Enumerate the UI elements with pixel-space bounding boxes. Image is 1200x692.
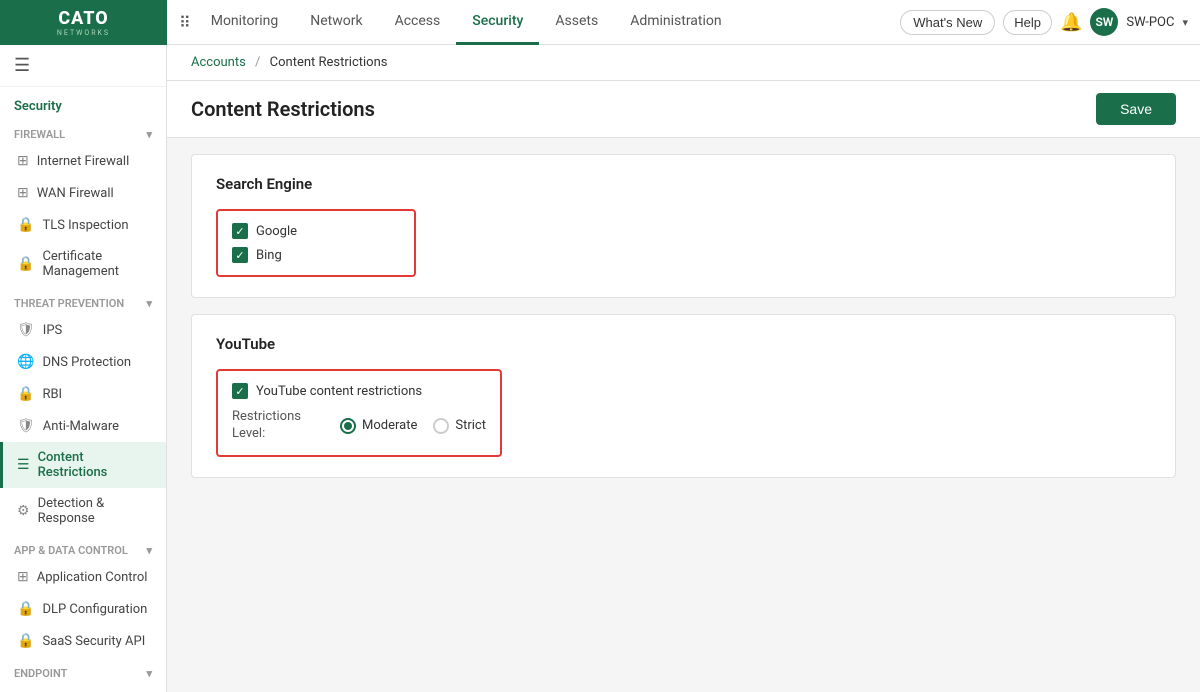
sidebar: ☰ Security FIREWALL ▾ ⊞ Internet Firewal… — [0, 45, 167, 692]
sidebar-item-detection-response[interactable]: ⚙ Detection & Response — [0, 488, 166, 534]
moderate-label: Moderate — [362, 418, 417, 433]
nav-security[interactable]: Security — [456, 1, 539, 45]
dlp-icon: 🔒 — [17, 601, 34, 617]
search-engine-options: ✓ Google ✓ Bing — [216, 209, 416, 277]
moderate-radio-dot — [344, 422, 352, 430]
tls-icon: 🔒 — [17, 217, 34, 233]
cert-icon: 🔒 — [17, 256, 34, 272]
sidebar-section-security: Security — [0, 87, 166, 118]
rbi-icon: 🔒 — [17, 386, 34, 402]
search-engine-card: Search Engine ✓ Google ✓ Bing — [191, 154, 1176, 298]
sidebar-item-application-control[interactable]: ⊞ Application Control — [0, 561, 166, 593]
sidebar-group-app-data-control[interactable]: APP & DATA CONTROL ▾ — [0, 534, 166, 561]
sidebar-item-saas-security-api[interactable]: 🔒 SaaS Security API — [0, 625, 166, 657]
internet-firewall-icon: ⊞ — [17, 153, 29, 169]
user-menu-chevron[interactable]: ▾ — [1182, 16, 1188, 29]
help-button[interactable]: Help — [1003, 10, 1052, 35]
content-area: Accounts / Content Restrictions Content … — [167, 45, 1200, 692]
bing-label: Bing — [256, 248, 282, 263]
content-restrictions-icon: ☰ — [17, 457, 30, 473]
sidebar-hamburger[interactable]: ☰ — [0, 45, 166, 87]
restrictions-level-row: RestrictionsLevel: Moderate Strict — [232, 409, 486, 443]
application-control-icon: ⊞ — [17, 569, 29, 585]
radio-group: Moderate Strict — [340, 418, 486, 434]
google-label: Google — [256, 224, 297, 239]
youtube-options: ✓ YouTube content restrictions Restricti… — [216, 369, 502, 457]
moderate-radio[interactable] — [340, 418, 356, 434]
youtube-content-checkbox[interactable]: ✓ — [232, 383, 248, 399]
youtube-content-restrictions-row: ✓ YouTube content restrictions — [232, 383, 486, 399]
detection-response-icon: ⚙ — [17, 503, 30, 519]
nav-network[interactable]: Network — [294, 1, 378, 45]
wan-firewall-icon: ⊞ — [17, 185, 29, 201]
nav-right: What's New Help 🔔 SW SW-POC ▾ — [900, 8, 1200, 36]
main-nav: Monitoring Network Access Security Asset… — [191, 0, 901, 44]
page-title: Content Restrictions — [191, 97, 375, 121]
top-nav: CATO NETWORKS ⠿ Monitoring Network Acces… — [0, 0, 1200, 45]
saas-icon: 🔒 — [17, 633, 34, 649]
logo-sub: NETWORKS — [57, 29, 110, 37]
dns-icon: 🌐 — [17, 354, 34, 370]
search-engine-title: Search Engine — [216, 175, 1151, 193]
breadcrumb-current: Content Restrictions — [270, 55, 388, 70]
logo-brand: CATO — [58, 8, 108, 29]
content-body: Search Engine ✓ Google ✓ Bing YouTube — [167, 138, 1200, 510]
user-name[interactable]: SW-POC — [1126, 15, 1174, 30]
anti-malware-icon: 🛡 — [17, 418, 35, 434]
whats-new-button[interactable]: What's New — [900, 10, 995, 35]
breadcrumb-separator: / — [255, 55, 260, 70]
nav-access[interactable]: Access — [379, 1, 457, 45]
strict-radio[interactable] — [433, 418, 449, 434]
sidebar-item-tls-inspection[interactable]: 🔒 TLS Inspection — [0, 209, 166, 241]
sidebar-group-endpoint[interactable]: ENDPOINT ▾ — [0, 657, 166, 684]
youtube-title: YouTube — [216, 335, 1151, 353]
strict-label: Strict — [455, 418, 486, 433]
google-checkbox[interactable]: ✓ — [232, 223, 248, 239]
sidebar-item-rbi[interactable]: 🔒 RBI — [0, 378, 166, 410]
logo: CATO NETWORKS — [0, 0, 167, 45]
bing-checkbox-row: ✓ Bing — [232, 247, 400, 263]
save-button[interactable]: Save — [1096, 93, 1176, 125]
sidebar-group-firewall[interactable]: FIREWALL ▾ — [0, 118, 166, 145]
nav-assets[interactable]: Assets — [539, 1, 614, 45]
ips-icon: 🛡 — [17, 322, 35, 338]
sidebar-item-internet-firewall[interactable]: ⊞ Internet Firewall — [0, 145, 166, 177]
youtube-card: YouTube ✓ YouTube content restrictions R… — [191, 314, 1176, 478]
sidebar-item-certificate-management[interactable]: 🔒 Certificate Management — [0, 241, 166, 287]
bing-checkbox[interactable]: ✓ — [232, 247, 248, 263]
bell-icon[interactable]: 🔔 — [1060, 12, 1082, 33]
avatar: SW — [1090, 8, 1118, 36]
breadcrumb: Accounts / Content Restrictions — [167, 45, 1200, 81]
sidebar-group-threat-prevention[interactable]: THREAT PREVENTION ▾ — [0, 287, 166, 314]
main-layout: ☰ Security FIREWALL ▾ ⊞ Internet Firewal… — [0, 45, 1200, 692]
restrictions-label: RestrictionsLevel: — [232, 409, 332, 443]
nav-monitoring[interactable]: Monitoring — [195, 1, 295, 45]
moderate-option[interactable]: Moderate — [340, 418, 417, 434]
breadcrumb-accounts-link[interactable]: Accounts — [191, 55, 246, 70]
page-header: Content Restrictions Save — [167, 81, 1200, 138]
grid-icon[interactable]: ⠿ — [179, 13, 191, 32]
sidebar-item-wan-firewall[interactable]: ⊞ WAN Firewall — [0, 177, 166, 209]
sidebar-item-endpoint-protection[interactable]: 🛡 Endpoint Protection — [0, 684, 166, 692]
sidebar-item-ips[interactable]: 🛡 IPS — [0, 314, 166, 346]
strict-option[interactable]: Strict — [433, 418, 486, 434]
nav-administration[interactable]: Administration — [614, 1, 737, 45]
sidebar-item-dns-protection[interactable]: 🌐 DNS Protection — [0, 346, 166, 378]
sidebar-item-dlp-configuration[interactable]: 🔒 DLP Configuration — [0, 593, 166, 625]
google-checkbox-row: ✓ Google — [232, 223, 400, 239]
youtube-content-label: YouTube content restrictions — [256, 384, 422, 399]
sidebar-item-content-restrictions[interactable]: ☰ Content Restrictions — [0, 442, 166, 488]
sidebar-item-anti-malware[interactable]: 🛡 Anti-Malware — [0, 410, 166, 442]
